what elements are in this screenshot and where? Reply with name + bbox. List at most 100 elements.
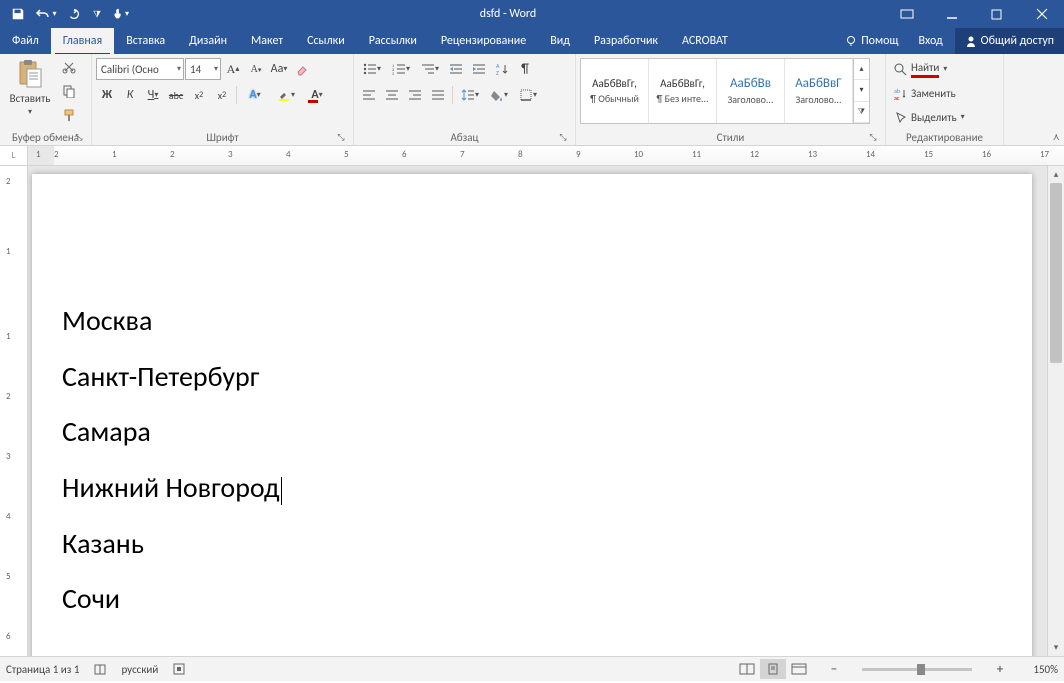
- vertical-ruler[interactable]: 2 1 1 2 3 4 5 6: [0, 166, 28, 656]
- superscript-button[interactable]: x2: [211, 84, 233, 106]
- group-styles: АаБбВвГг,¶ ОбычныйАаБбВвГг,¶ Без инте...…: [576, 54, 886, 145]
- page-status[interactable]: Страница 1 из 1: [6, 663, 79, 676]
- tab-view[interactable]: Вид: [538, 28, 582, 54]
- shading-button[interactable]: ▾: [485, 84, 513, 106]
- justify-button[interactable]: [427, 84, 449, 106]
- grow-font-button[interactable]: A▴: [222, 58, 244, 80]
- doc-line[interactable]: Москва: [62, 304, 1002, 338]
- doc-line[interactable]: Нижний Новгород: [62, 471, 1002, 505]
- cut-button[interactable]: [58, 56, 80, 78]
- show-marks-button[interactable]: ¶: [514, 58, 536, 80]
- page[interactable]: Москва Санкт-Петербург Самара Нижний Новгор…: [32, 174, 1032, 656]
- tab-design[interactable]: Дизайн: [177, 28, 239, 54]
- multilevel-button[interactable]: ▾: [416, 58, 444, 80]
- tab-insert[interactable]: Вставка: [114, 28, 177, 54]
- tab-selector[interactable]: L: [0, 146, 28, 165]
- clipboard-launcher[interactable]: ⤡: [73, 132, 85, 144]
- align-right-button[interactable]: [404, 84, 426, 106]
- minimize-button[interactable]: [929, 0, 974, 28]
- document-area[interactable]: Москва Санкт-Петербург Самара Нижний Новгор…: [28, 166, 1047, 656]
- scroll-thumb[interactable]: [1050, 183, 1062, 363]
- copy-button[interactable]: [58, 80, 80, 102]
- undo-button[interactable]: ▾: [34, 3, 58, 25]
- style-item-2[interactable]: АаБбВвЗаголово...: [717, 59, 785, 123]
- doc-line[interactable]: Санкт-Петербург: [62, 360, 1002, 394]
- web-layout-button[interactable]: [786, 659, 812, 679]
- tab-references[interactable]: Ссылки: [295, 28, 357, 54]
- find-button[interactable]: Найти ▾: [890, 58, 951, 80]
- signin-button[interactable]: Вход: [906, 28, 954, 54]
- highlight-button[interactable]: ▾: [271, 84, 301, 106]
- text-effects-button[interactable]: A▾: [240, 84, 270, 106]
- doc-line[interactable]: Сочи: [62, 582, 1002, 616]
- replace-button[interactable]: abacЗаменить: [890, 82, 960, 104]
- styles-launcher[interactable]: ⤡: [867, 132, 879, 144]
- language-status[interactable]: русский: [121, 663, 158, 676]
- zoom-level[interactable]: 150%: [1022, 663, 1058, 676]
- underline-button[interactable]: Ч▾: [142, 84, 164, 106]
- read-mode-button[interactable]: [734, 659, 760, 679]
- bullets-button[interactable]: ▾: [358, 58, 386, 80]
- tab-developer[interactable]: Разработчик: [582, 28, 670, 54]
- bold-button[interactable]: Ж: [96, 84, 118, 106]
- style-item-1[interactable]: АаБбВвГг,¶ Без инте...: [649, 59, 717, 123]
- tell-me-input[interactable]: Помощ: [837, 28, 906, 54]
- increase-indent-button[interactable]: [468, 58, 490, 80]
- doc-line[interactable]: Самара: [62, 415, 1002, 449]
- style-item-0[interactable]: АаБбВвГг,¶ Обычный: [581, 59, 649, 123]
- italic-button[interactable]: К: [119, 84, 141, 106]
- tab-review[interactable]: Рецензирование: [429, 28, 538, 54]
- proofing-button[interactable]: [93, 662, 107, 676]
- zoom-out-button[interactable]: −: [826, 661, 842, 677]
- ribbon-display-button[interactable]: [884, 0, 929, 28]
- style-item-3[interactable]: АаБбВвГЗаголово...: [785, 59, 853, 123]
- line-spacing-button[interactable]: ▾: [456, 84, 484, 106]
- tab-home[interactable]: Главная: [51, 28, 114, 54]
- print-layout-button[interactable]: [760, 659, 786, 679]
- scroll-track[interactable]: [1048, 183, 1064, 639]
- font-color-button[interactable]: A▾: [302, 84, 332, 106]
- macro-button[interactable]: [172, 662, 186, 676]
- scroll-down-button[interactable]: ▾: [1048, 639, 1064, 656]
- align-center-button[interactable]: [381, 84, 403, 106]
- font-size-combo[interactable]: 14▾: [185, 58, 221, 80]
- select-button[interactable]: Выделить▾: [890, 106, 969, 128]
- subscript-button[interactable]: x2: [188, 84, 210, 106]
- paragraph-launcher[interactable]: ⤡: [557, 132, 569, 144]
- paste-button[interactable]: Вставить ▾: [4, 56, 56, 120]
- font-name-combo[interactable]: Calibri (Осно▾: [96, 58, 184, 80]
- zoom-slider[interactable]: [862, 668, 972, 671]
- touch-mode-button[interactable]: ▾: [108, 3, 132, 25]
- tab-file[interactable]: Файл: [0, 28, 51, 54]
- tab-acrobat[interactable]: ACROBAT: [670, 28, 740, 54]
- share-button[interactable]: Общий доступ: [955, 28, 1064, 54]
- font-launcher[interactable]: ⤡: [335, 132, 347, 144]
- zoom-thumb[interactable]: [917, 664, 925, 675]
- maximize-button[interactable]: [974, 0, 1019, 28]
- decrease-indent-button[interactable]: [445, 58, 467, 80]
- tab-layout[interactable]: Макет: [239, 28, 295, 54]
- collapse-ribbon-button[interactable]: ⋏: [1053, 130, 1060, 143]
- borders-button[interactable]: ▾: [514, 84, 542, 106]
- shrink-font-button[interactable]: A▾: [245, 58, 267, 80]
- save-button[interactable]: [6, 3, 30, 25]
- qat-customize[interactable]: ⧩: [90, 3, 104, 25]
- tab-mailings[interactable]: Рассылки: [357, 28, 429, 54]
- sort-icon: AZ: [495, 62, 509, 76]
- numbering-button[interactable]: 123▾: [387, 58, 415, 80]
- clear-formatting-button[interactable]: [291, 58, 313, 80]
- align-left-button[interactable]: [358, 84, 380, 106]
- close-button[interactable]: [1019, 0, 1064, 28]
- sort-button[interactable]: AZ: [491, 58, 513, 80]
- strikethrough-button[interactable]: abc: [165, 84, 187, 106]
- horizontal-ruler[interactable]: L 121234567891011121314151617: [0, 146, 1064, 166]
- redo-button[interactable]: [62, 3, 86, 25]
- doc-line[interactable]: Казань: [62, 527, 1002, 561]
- styles-scroll-up[interactable]: ▴: [854, 59, 869, 80]
- styles-expand[interactable]: ⧩: [854, 102, 869, 123]
- styles-scroll-down[interactable]: ▾: [854, 80, 869, 101]
- change-case-button[interactable]: Aa▾: [268, 58, 290, 80]
- format-painter-button[interactable]: [58, 104, 80, 126]
- zoom-in-button[interactable]: +: [992, 661, 1008, 677]
- scroll-up-button[interactable]: ▴: [1048, 166, 1064, 183]
